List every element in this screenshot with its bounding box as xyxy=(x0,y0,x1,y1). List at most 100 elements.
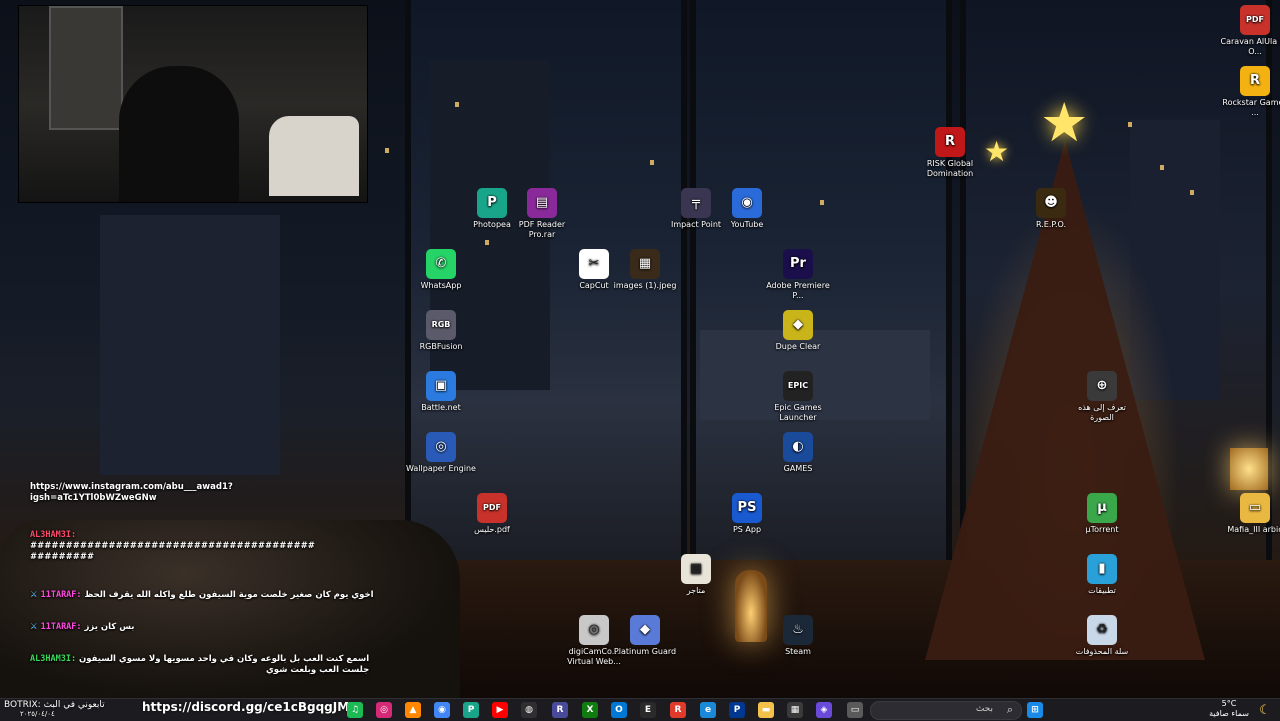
app-icon: ♻ xyxy=(1087,615,1117,645)
weather-desc: سماء صافية xyxy=(1209,709,1249,718)
app-icon: ▦ xyxy=(630,249,660,279)
window-light xyxy=(820,200,824,205)
icon-label: RGBFusion xyxy=(419,342,463,351)
app-icon: ╤ xyxy=(681,188,711,218)
wallpaper-building xyxy=(100,215,280,475)
window-light xyxy=(650,160,654,165)
obs-icon[interactable]: ◍ xyxy=(521,702,537,718)
chat-text: اسمع كنت العب بل بالوعه وكان في واحد مسو… xyxy=(79,654,370,664)
desktop-icon[interactable]: Pr Adobe Premiere P... xyxy=(761,249,835,301)
desktop-icon[interactable]: ☻ R.E.P.O. xyxy=(1014,188,1088,230)
chat-message: AL3HAM3I: ##############################… xyxy=(30,530,315,563)
temperature: 5°C xyxy=(1221,699,1237,708)
rgb-icon[interactable]: R xyxy=(552,702,568,718)
icon-label: R.E.P.O. xyxy=(1035,220,1067,229)
webcam-chair xyxy=(269,116,359,196)
icon-label: Wallpaper Engine xyxy=(406,464,476,473)
app-icon: PS xyxy=(732,493,762,523)
icon-label: Platinum Guard xyxy=(613,647,677,656)
desktop-icon[interactable]: ▦ images (1).jpeg xyxy=(608,249,682,291)
star-icon: ★ xyxy=(1040,91,1089,154)
desktop-icon[interactable]: RGB RGBFusion xyxy=(404,310,478,352)
discord-link[interactable]: https://discord.gg/ce1cBgqgJM xyxy=(142,700,349,714)
app-icon: ✂ xyxy=(579,249,609,279)
icon-label: images (1).jpeg xyxy=(613,281,677,290)
desktop-icon[interactable]: ◉ YouTube xyxy=(710,188,784,230)
app-icon: ▣ xyxy=(426,371,456,401)
search-icon: ⌕ xyxy=(1006,703,1013,716)
start-icon[interactable]: ⊞ xyxy=(1027,702,1043,718)
desktop-icon[interactable]: ✆ WhatsApp xyxy=(404,249,478,291)
desktop-icon[interactable]: ◆ Platinum Guard xyxy=(608,615,682,657)
desktop-icon[interactable]: ◆ Dupe Clear xyxy=(761,310,835,352)
instagram-link[interactable]: https://www.instagram.com/abu___awad1? xyxy=(30,482,233,493)
app-icon: Pr xyxy=(783,249,813,279)
desktop-icon[interactable]: ▣ Battle.net xyxy=(404,371,478,413)
app-icon: ♨ xyxy=(783,615,813,645)
youtube-icon[interactable]: ▶ xyxy=(492,702,508,718)
chat-text: بس كان يزز xyxy=(84,622,135,632)
icon-label: متاجر xyxy=(686,586,706,595)
window-light xyxy=(385,148,389,153)
instagram-icon[interactable]: ◎ xyxy=(376,702,392,718)
window-icon[interactable]: ▭ xyxy=(847,702,863,718)
weather-widget[interactable]: 5°C سماء صافية xyxy=(1205,699,1253,719)
photopea-icon[interactable]: P xyxy=(463,702,479,718)
store-icon[interactable]: ▦ xyxy=(787,702,803,718)
icon-label: YouTube xyxy=(730,220,764,229)
app-icon: ◎ xyxy=(426,432,456,462)
app-icon: ▭ xyxy=(1240,493,1270,523)
chat-message: ⚔ 11TARAF: بس كان يزز xyxy=(30,622,134,633)
icon-label: تطبيقات xyxy=(1088,586,1116,595)
chat-text: ######### xyxy=(30,552,95,562)
desktop-icon[interactable]: R Rockstar Games ... xyxy=(1218,66,1280,118)
search-box[interactable]: بحث ⌕ xyxy=(870,701,1022,720)
desktop-icon[interactable]: PDF حليس.pdf xyxy=(455,493,529,535)
chat-text: جلست العب وبلعت شوي xyxy=(265,665,370,675)
desktop-icon[interactable]: ▤ PDF Reader Pro.rar xyxy=(505,188,579,240)
copilot-icon[interactable]: ◈ xyxy=(816,702,832,718)
window-light xyxy=(485,240,489,245)
window-light xyxy=(1128,122,1132,127)
app-icon: ▮ xyxy=(1087,554,1117,584)
app-icon: ▦ xyxy=(681,554,711,584)
epic-icon[interactable]: E xyxy=(640,702,656,718)
edge-icon[interactable]: e xyxy=(700,702,716,718)
chat-text: ######################################## xyxy=(30,541,315,551)
search-placeholder: بحث xyxy=(975,704,993,714)
spotify-icon[interactable]: ♫ xyxy=(347,702,363,718)
chat-username: 11TARAF: xyxy=(40,590,82,600)
desktop-icon[interactable]: R RISK Global Domination xyxy=(913,127,987,179)
icon-label: µTorrent xyxy=(1085,525,1119,534)
desktop-icon[interactable]: ⊕ تعرف إلى هذه الصورة xyxy=(1065,371,1139,423)
desktop-icon[interactable]: ◐ GAMES xyxy=(761,432,835,474)
app-icon: RGB xyxy=(426,310,456,340)
desktop-icon[interactable]: ▮ تطبيقات xyxy=(1065,554,1139,596)
desktop-icon[interactable]: ▭ Mafia_III arbic xyxy=(1218,493,1280,535)
instagram-link-cont: igsh=aTc1YTl0bWZweGNw xyxy=(30,493,157,503)
desktop-icon[interactable]: ♻ سلة المحذوفات xyxy=(1065,615,1139,657)
desktop-icon[interactable]: ◎ Wallpaper Engine xyxy=(404,432,478,474)
star-icon: ★ xyxy=(984,135,1010,168)
webcam-overlay xyxy=(18,5,368,203)
streamer xyxy=(119,66,239,202)
desktop-icon[interactable]: ♨ Steam xyxy=(761,615,835,657)
desktop-icon[interactable]: µ µTorrent xyxy=(1065,493,1139,535)
desktop-icon[interactable]: ▦ متاجر xyxy=(659,554,733,596)
desktop-icon[interactable]: PS PS App xyxy=(710,493,784,535)
desktop-icon[interactable]: EPIC Epic Games Launcher xyxy=(761,371,835,423)
playstation-icon[interactable]: P xyxy=(729,702,745,718)
icon-label: Adobe Premiere P... xyxy=(766,281,830,300)
explorer-icon[interactable]: ▬ xyxy=(758,702,774,718)
vlc-icon[interactable]: ▲ xyxy=(405,702,421,718)
icon-label: Rockstar Games ... xyxy=(1222,98,1280,117)
xbox-icon[interactable]: X xyxy=(582,702,598,718)
chrome-icon[interactable]: ◉ xyxy=(434,702,450,718)
app-icon: ◆ xyxy=(783,310,813,340)
outlook-icon[interactable]: O xyxy=(611,702,627,718)
window-light xyxy=(455,102,459,107)
app-icon: R xyxy=(1240,66,1270,96)
chat-message: ⚔ 11TARAF: اخوي يوم كان صغير خلصت موية ا… xyxy=(30,590,374,601)
desktop-icon[interactable]: PDF Caravan AlUla by O... xyxy=(1218,5,1280,57)
rockstar-icon[interactable]: R xyxy=(670,702,686,718)
